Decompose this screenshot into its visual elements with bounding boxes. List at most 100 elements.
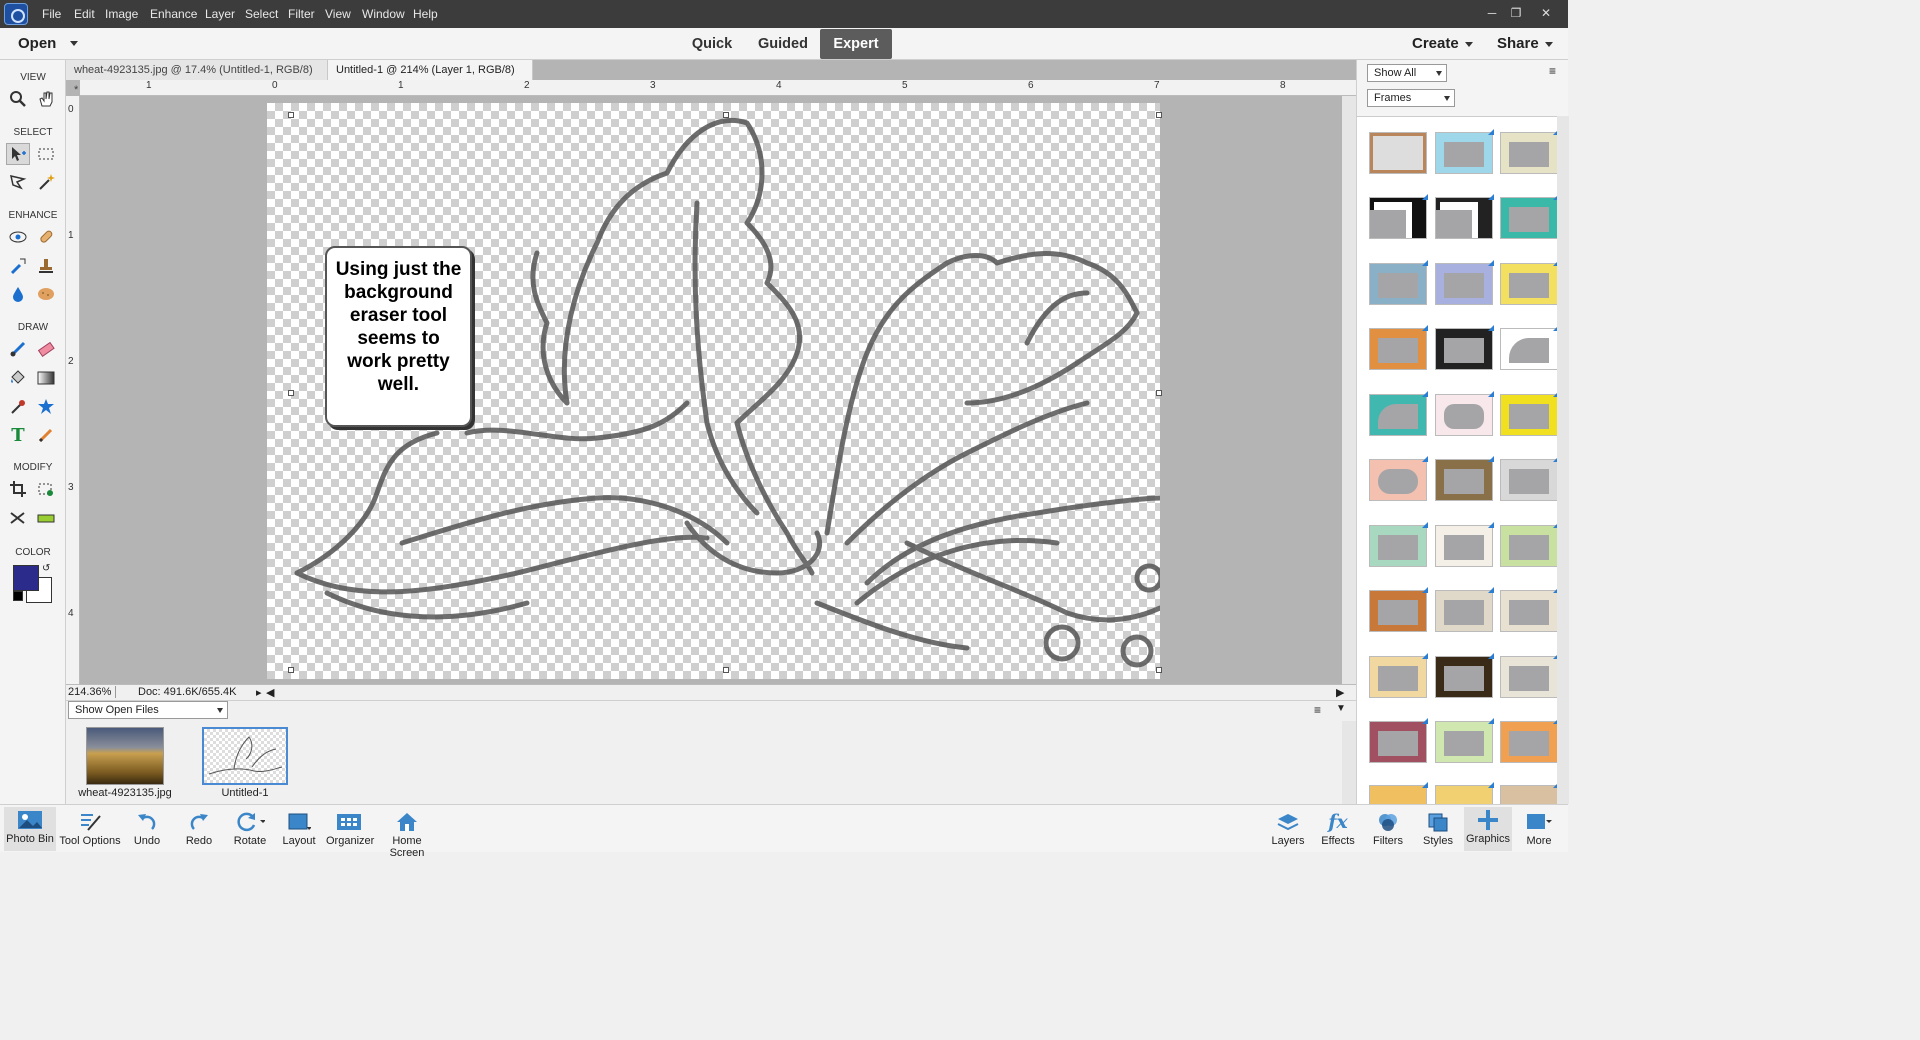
menu-image[interactable]: Image <box>105 7 138 21</box>
frame-thumb[interactable] <box>1435 129 1494 174</box>
thumbnail-wheat[interactable] <box>86 727 164 785</box>
frame-thumb[interactable] <box>1500 587 1557 632</box>
frame-thumb[interactable] <box>1435 456 1494 501</box>
tab-untitled[interactable]: Untitled-1 @ 214% (Layer 1, RGB/8) *× <box>328 60 533 96</box>
share-button[interactable]: Share <box>1497 35 1553 52</box>
frame-thumb[interactable] <box>1369 653 1428 698</box>
transform-handle[interactable] <box>288 667 294 673</box>
menu-filter[interactable]: Filter <box>288 7 315 21</box>
frame-thumb[interactable] <box>1369 522 1428 567</box>
bin-scrollbar[interactable] <box>1342 721 1356 805</box>
mode-expert[interactable]: Expert <box>820 29 892 59</box>
magic-wand-icon[interactable] <box>34 171 58 193</box>
zoom-level[interactable]: 214.36% <box>68 686 116 698</box>
menu-edit[interactable]: Edit <box>74 7 95 21</box>
lasso-tool-icon[interactable] <box>6 171 30 193</box>
hand-tool-icon[interactable] <box>34 88 58 110</box>
frame-thumb[interactable] <box>1435 653 1494 698</box>
filters-button[interactable]: Filters <box>1368 809 1408 847</box>
transform-handle[interactable] <box>288 390 294 396</box>
styles-button[interactable]: Styles <box>1418 809 1458 847</box>
category-select[interactable]: Frames <box>1367 89 1455 107</box>
frame-thumb[interactable] <box>1500 391 1557 436</box>
create-button[interactable]: Create <box>1412 35 1473 52</box>
smart-brush-icon[interactable] <box>6 255 30 277</box>
recompose-tool-icon[interactable] <box>34 478 58 500</box>
brush-tool-icon[interactable] <box>6 338 30 360</box>
scroll-left-icon[interactable]: ◀ <box>266 686 274 699</box>
restore-icon[interactable]: ❐ <box>1507 4 1525 22</box>
transform-handle[interactable] <box>723 667 729 673</box>
open-button[interactable]: Open <box>18 35 56 52</box>
content-aware-move-icon[interactable] <box>6 507 30 529</box>
default-colors-icon[interactable] <box>13 591 23 601</box>
show-all-select[interactable]: Show All <box>1367 64 1447 82</box>
scroll-right-icon[interactable]: ▶ <box>1336 686 1344 699</box>
type-tool-icon[interactable]: T <box>6 424 30 446</box>
crop-tool-icon[interactable] <box>6 478 30 500</box>
frame-thumb[interactable] <box>1500 129 1557 174</box>
panel-menu-icon[interactable]: ≡ <box>1549 64 1556 78</box>
frame-thumb[interactable] <box>1435 718 1494 763</box>
menu-window[interactable]: Window <box>362 7 405 21</box>
blur-tool-icon[interactable] <box>6 283 30 305</box>
image-canvas[interactable]: Using just the background eraser tool se… <box>267 103 1162 679</box>
mode-quick[interactable]: Quick <box>686 29 738 59</box>
effects-button[interactable]: fx Effects <box>1318 809 1358 847</box>
panel-scrollbar[interactable] <box>1557 116 1569 804</box>
bin-menu-icon[interactable]: ≡ <box>1314 703 1321 717</box>
frame-thumb[interactable] <box>1369 718 1428 763</box>
straighten-tool-icon[interactable] <box>34 507 58 529</box>
frame-thumb[interactable] <box>1435 782 1494 804</box>
layout-button[interactable]: Layout <box>280 809 318 847</box>
menu-view[interactable]: View <box>325 7 351 21</box>
frame-thumb[interactable] <box>1500 194 1557 239</box>
frame-thumb[interactable] <box>1435 325 1494 370</box>
move-tool-icon[interactable] <box>6 143 30 165</box>
layers-button[interactable]: Layers <box>1268 809 1308 847</box>
frame-thumb[interactable] <box>1369 325 1428 370</box>
frame-thumb[interactable] <box>1500 782 1557 804</box>
frame-thumb[interactable] <box>1500 522 1557 567</box>
menu-file[interactable]: File <box>42 7 61 21</box>
show-open-files-select[interactable]: Show Open Files <box>68 701 228 719</box>
frame-thumb[interactable] <box>1369 194 1428 239</box>
frame-thumb[interactable] <box>1500 456 1557 501</box>
frame-thumb[interactable] <box>1369 587 1428 632</box>
transform-handle[interactable] <box>288 112 294 118</box>
organizer-button[interactable]: Organizer <box>326 809 374 847</box>
frame-thumb[interactable] <box>1435 522 1494 567</box>
pencil-tool-icon[interactable] <box>34 424 58 446</box>
foreground-color-swatch[interactable] <box>13 565 39 591</box>
graphics-button[interactable]: Graphics <box>1464 807 1512 851</box>
frame-thumb[interactable] <box>1369 260 1428 305</box>
frame-thumb[interactable] <box>1500 718 1557 763</box>
menu-select[interactable]: Select <box>245 7 278 21</box>
custom-shape-icon[interactable] <box>34 396 58 418</box>
frame-thumb[interactable] <box>1369 391 1428 436</box>
minimize-icon[interactable]: ─ <box>1483 4 1501 22</box>
tool-options-button[interactable]: Tool Options <box>58 809 122 847</box>
frame-thumb[interactable] <box>1500 653 1557 698</box>
tab-wheat[interactable]: wheat-4923135.jpg @ 17.4% (Untitled-1, R… <box>66 60 328 96</box>
gradient-tool-icon[interactable] <box>34 367 58 389</box>
thumbnail-untitled[interactable] <box>202 727 288 785</box>
transform-handle[interactable] <box>723 112 729 118</box>
transform-handle[interactable] <box>1156 390 1162 396</box>
frame-thumb[interactable] <box>1369 456 1428 501</box>
frame-thumb[interactable] <box>1435 391 1494 436</box>
frame-thumb[interactable] <box>1500 260 1557 305</box>
frame-thumb[interactable] <box>1435 194 1494 239</box>
menu-help[interactable]: Help <box>413 7 438 21</box>
frame-thumb[interactable] <box>1369 132 1427 174</box>
frame-thumb[interactable] <box>1435 260 1494 305</box>
eraser-tool-icon[interactable] <box>34 338 58 360</box>
mode-guided[interactable]: Guided <box>754 29 812 59</box>
status-menu-icon[interactable]: ▸ <box>256 686 262 699</box>
menu-enhance[interactable]: Enhance <box>150 7 197 21</box>
frame-thumb[interactable] <box>1435 587 1494 632</box>
photo-bin-button[interactable]: Photo Bin <box>4 807 56 851</box>
transform-handle[interactable] <box>1156 667 1162 673</box>
undo-button[interactable]: Undo <box>126 809 168 847</box>
vertical-scrollbar[interactable] <box>1342 96 1356 684</box>
